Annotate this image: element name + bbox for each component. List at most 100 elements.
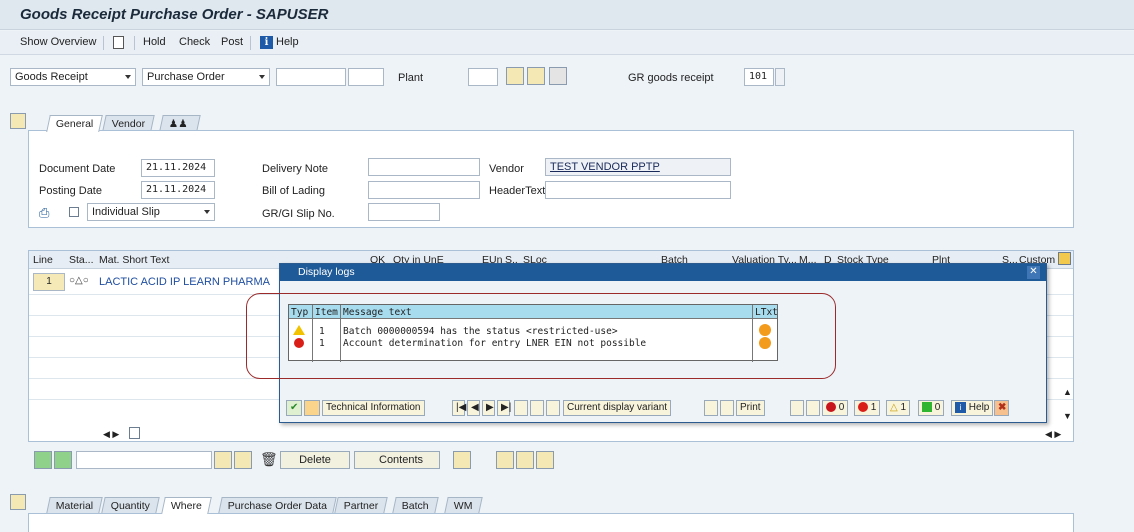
last-page-icon[interactable]: ▶| [497,400,511,416]
success-icon [922,402,932,413]
find-icon[interactable] [790,400,804,416]
find-icon[interactable] [214,451,232,469]
tab-where[interactable]: Where [161,497,212,514]
material-text[interactable]: LACTIC ACID IP LEARN PHARMA [99,276,270,288]
find-input[interactable] [76,451,212,469]
confirm-icon[interactable]: ✔ [286,400,302,416]
error-icon [858,402,868,413]
post-button[interactable]: Post [221,36,243,48]
print-button[interactable]: Print [736,400,765,416]
current-display-variant-button[interactable]: Current display variant [563,400,672,416]
error-filter-button[interactable]: 1 [854,400,881,416]
filter-icon[interactable] [549,67,567,85]
printer-icon[interactable]: ⎙ [39,205,49,221]
tab-purchase-order-data[interactable]: Purchase Order Data [218,497,337,513]
gr-slip-input[interactable] [368,203,440,221]
col-header: Sta... [69,254,94,266]
delete-button[interactable]: Delete [280,451,350,469]
window-title: Goods Receipt Purchase Order - SAPUSER [0,0,1134,30]
slip-type-select[interactable]: Individual Slip [87,203,215,221]
action-select[interactable]: Goods Receipt [10,68,136,86]
first-page-icon[interactable]: |◀ [452,400,466,416]
po-number-input[interactable] [276,68,346,86]
stop-filter-button[interactable]: 0 [822,400,849,416]
success-count: 0 [934,402,941,413]
collapse-header-icon[interactable] [10,113,26,129]
scroll-up-icon[interactable]: ▲ [1063,387,1072,397]
tab-material[interactable]: Material [46,497,104,513]
plant-input[interactable] [468,68,498,86]
movement-type-input[interactable]: 101 [744,68,774,86]
print-checkbox[interactable] [69,207,79,217]
tab-wm-label: WM [453,500,473,512]
hold-button[interactable]: Hold [143,36,166,48]
sort-descending-icon[interactable] [546,400,560,416]
next-page-icon[interactable]: ▶ [482,400,495,416]
stock-overview-icon[interactable] [453,451,471,469]
reference-document-select[interactable]: Purchase Order [142,68,270,86]
find-icon[interactable] [527,67,545,85]
collapse-detail-icon[interactable] [10,494,26,510]
find-next-icon[interactable] [234,451,252,469]
dialog-title-bar: Display logs ✕ [280,264,1046,281]
tab-quantity[interactable]: Quantity [101,497,160,513]
contents-label: Contents [379,454,424,466]
toolbar-separator [103,36,104,50]
choose-layout-icon[interactable] [704,400,718,416]
warning-filter-button[interactable]: △ 1 [886,400,911,416]
find-next-icon[interactable] [806,400,820,416]
po-item-input[interactable] [348,68,384,86]
cancel-icon[interactable]: ✖ [994,400,1009,416]
success-filter-button[interactable]: 0 [918,400,945,416]
horizontal-scrollbar[interactable] [129,427,140,439]
posting-date-input[interactable]: 21.11.2024 [141,181,215,199]
line-number[interactable]: 1 [33,273,65,291]
copy-icon[interactable] [496,451,514,469]
new-document-icon[interactable] [113,36,124,49]
info-icon: i [955,402,966,413]
scroll-left-right-icon[interactable]: ◀ ▶ [103,429,119,440]
help-button[interactable]: i Help [951,400,994,416]
contents-button[interactable]: Contents [354,451,440,469]
tab-vendor[interactable]: Vendor [102,115,155,131]
show-overview-button[interactable]: Show Overview [20,36,96,48]
select-all-icon[interactable] [34,451,52,469]
save-layout-icon[interactable] [720,400,734,416]
distribute-icon[interactable] [536,451,554,469]
help-button[interactable]: Help [276,36,299,48]
header-text-input[interactable] [545,181,731,199]
general-panel: Document Date 21.11.2024 Posting Date 21… [28,130,1074,228]
movement-type-extra [775,68,785,86]
check-button[interactable]: Check [179,36,210,48]
tab-partners[interactable]: ♟♟ [159,115,201,131]
dialog-title: Display logs [298,266,355,278]
header-text-label: HeaderText [489,185,546,197]
table-settings-icon[interactable] [1058,252,1071,265]
document-date-input[interactable]: 21.11.2024 [141,159,215,177]
warning-icon: △ [890,402,898,413]
vendor-value[interactable]: TEST VENDOR PPTP [545,158,731,176]
filter-icon[interactable] [514,400,528,416]
scroll-down-icon[interactable]: ▼ [1063,411,1072,421]
close-icon[interactable]: ✕ [1027,266,1040,279]
display-variant-label: Current display variant [567,402,668,413]
deselect-icon[interactable] [54,451,72,469]
scroll-right-icon[interactable]: ◀ ▶ [1045,429,1061,440]
tab-general[interactable]: General [46,115,104,132]
technical-information-button[interactable]: Technical Information [322,400,425,416]
status-traffic-light-icon: ○△○ [69,275,89,286]
bill-of-lading-input[interactable] [368,181,480,199]
sort-ascending-icon[interactable] [530,400,544,416]
trash-icon[interactable]: 🗑 [260,451,278,468]
delivery-note-input[interactable] [368,158,480,176]
paste-icon[interactable] [516,451,534,469]
previous-page-icon[interactable]: ◀ [467,400,480,416]
tab-wm[interactable]: WM [444,497,483,513]
info-icon[interactable]: i [260,36,273,49]
execute-icon[interactable] [506,67,524,85]
tab-vendor-label: Vendor [111,118,146,130]
tab-batch[interactable]: Batch [392,497,439,513]
help-info-icon[interactable] [304,400,320,416]
tab-partner[interactable]: Partner [334,497,389,513]
application-toolbar: Show Overview Hold Check Post i Help [0,31,1134,55]
